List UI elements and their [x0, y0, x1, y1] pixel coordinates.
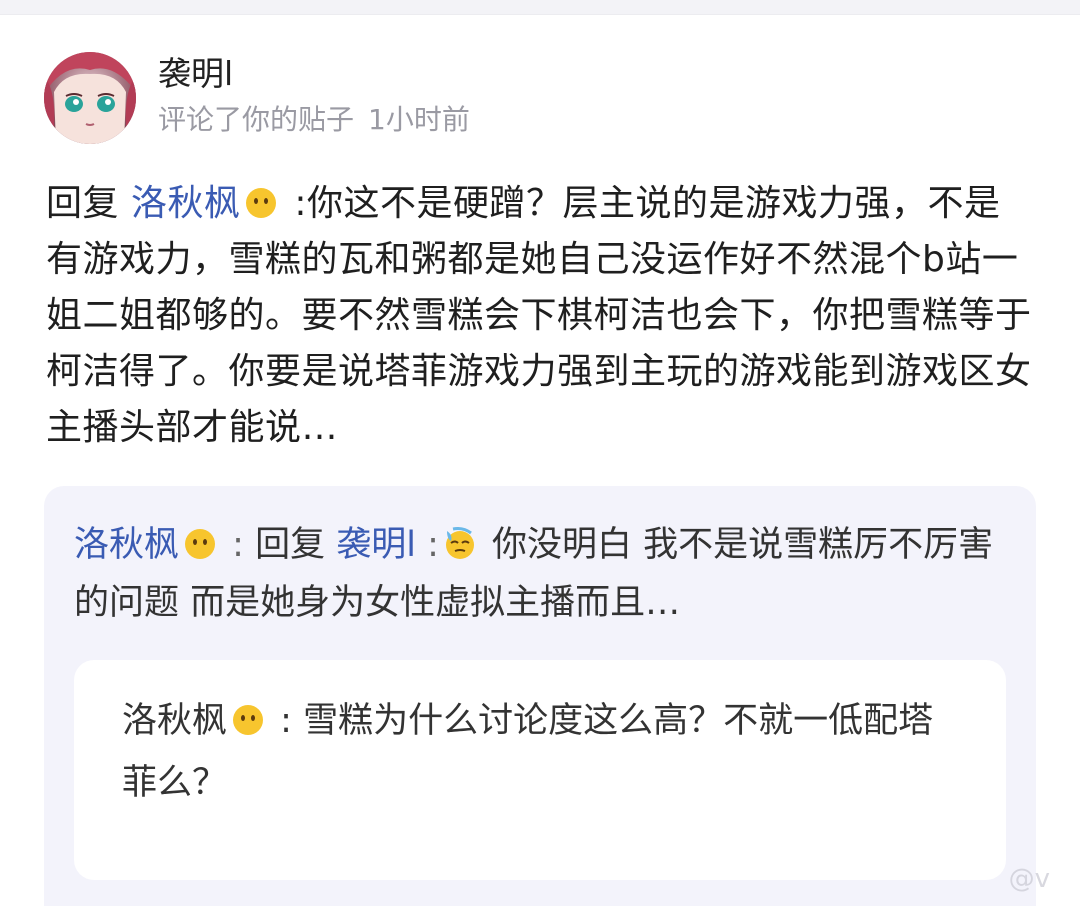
- nested-comment-box[interactable]: 洛秋枫 : 雪糕为什么讨论度这么高？不就一低配塔菲么？: [74, 660, 1006, 880]
- nested-author[interactable]: 洛秋枫: [122, 701, 227, 741]
- reply-prefix: 回复: [46, 183, 120, 224]
- neutral-face-icon: [185, 529, 216, 559]
- separator: :: [269, 701, 304, 741]
- username[interactable]: 袭明l: [158, 54, 233, 94]
- neutral-face-icon: [233, 705, 264, 735]
- sweat-face-icon: [445, 527, 474, 559]
- avatar[interactable]: [44, 52, 136, 144]
- reply-author[interactable]: 洛秋枫: [74, 525, 179, 565]
- top-divider: [0, 0, 1080, 15]
- watermark: @v: [1008, 864, 1050, 894]
- quoted-reply: 洛秋枫 : 回复 袭明l : 你没明白 我不是说雪糕厉不厉害的问题 而是她身为女…: [74, 516, 1014, 632]
- mention-link[interactable]: 洛秋枫: [131, 183, 241, 224]
- comment-meta: 评论了你的贴子 1小时前: [158, 102, 470, 138]
- quoted-reply-box[interactable]: 洛秋枫 : 回复 袭明l : 你没明白 我不是说雪糕厉不厉害的问题 而是她身为女…: [44, 486, 1036, 906]
- separator: :: [221, 525, 256, 565]
- neutral-face-icon: [246, 188, 277, 218]
- comment-body[interactable]: 回复 洛秋枫 :你这不是硬蹭？层主说的是游戏力强，不是有游戏力，雪糕的瓦和粥都是…: [46, 176, 1036, 456]
- avatar-image: [44, 52, 136, 144]
- timestamp: 1小时前: [368, 103, 470, 136]
- action-text: 评论了你的贴子: [158, 103, 355, 136]
- notification-page: 袭明l 评论了你的贴子 1小时前 回复 洛秋枫 :你这不是硬蹭？层主说的是游戏力强…: [0, 0, 1080, 906]
- nested-comment: 洛秋枫 : 雪糕为什么讨论度这么高？不就一低配塔菲么？: [122, 690, 962, 814]
- reply-prefix: 回复: [255, 525, 326, 565]
- colon-separator: :: [427, 525, 439, 565]
- reply-mention[interactable]: 袭明l: [336, 525, 416, 565]
